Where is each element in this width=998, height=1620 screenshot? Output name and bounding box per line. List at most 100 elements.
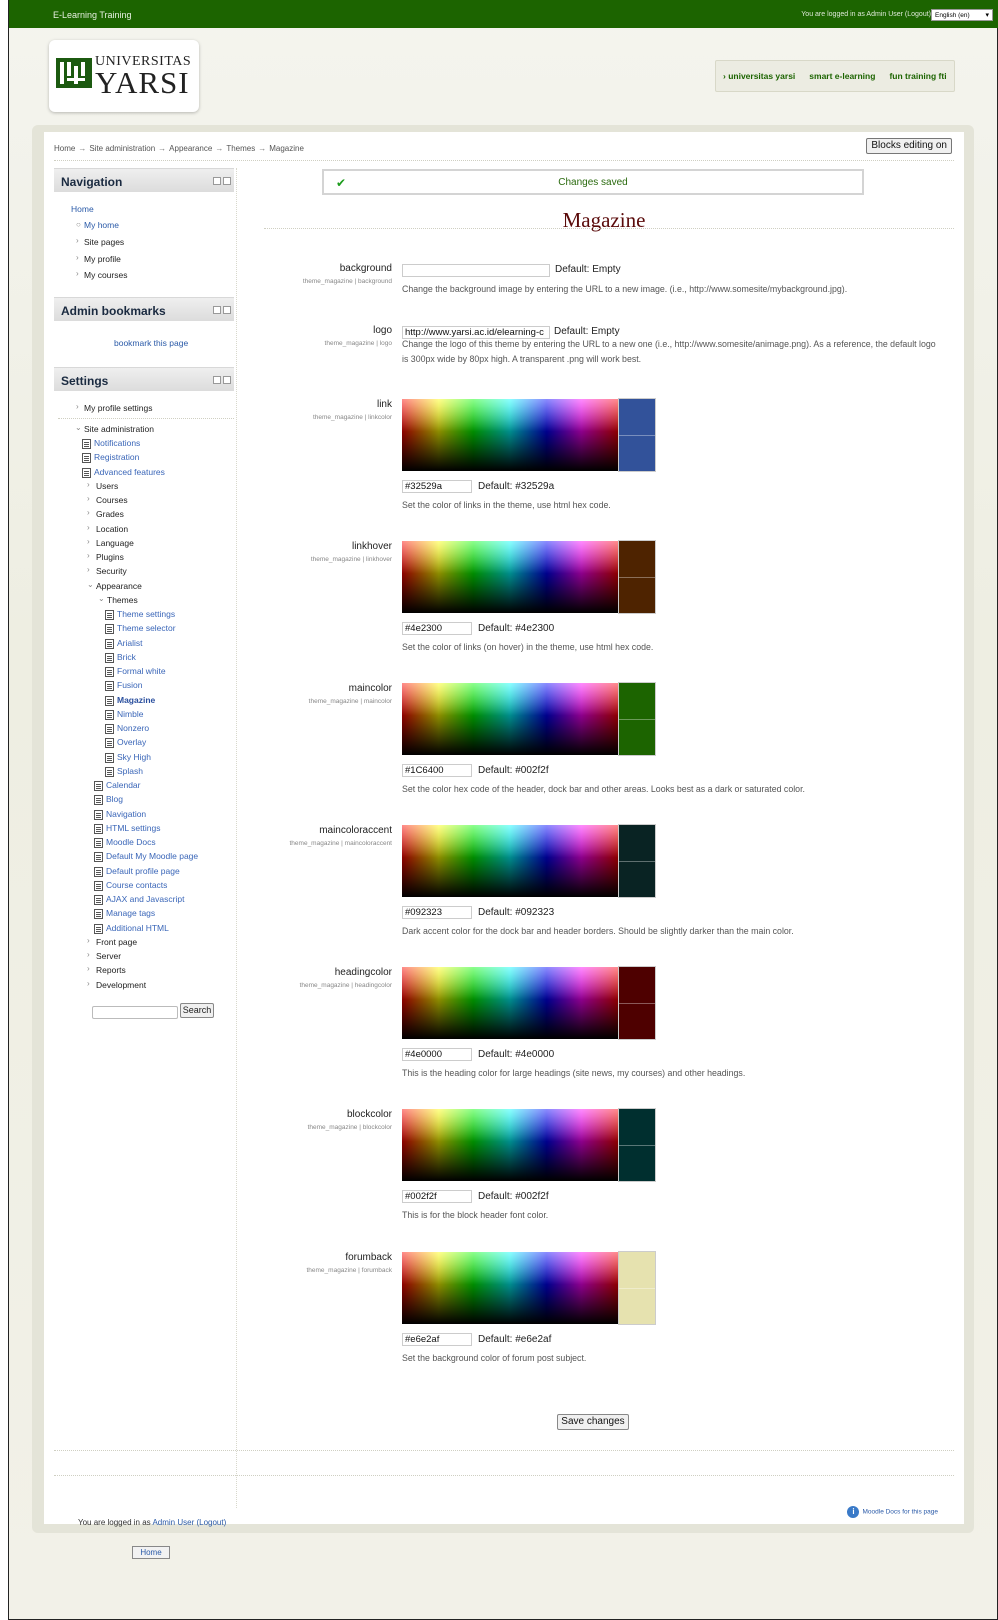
tree-folder-server[interactable]: Server: [96, 951, 121, 961]
tree-item-default-my-moodle-page[interactable]: Default My Moodle page: [106, 851, 198, 861]
footer-home-button[interactable]: Home: [132, 1546, 170, 1559]
tree-item-html-settings[interactable]: HTML settings: [106, 823, 160, 833]
tree-item-theme-settings[interactable]: Theme settings: [117, 609, 175, 619]
tree-item-course-contacts[interactable]: Course contacts: [106, 880, 167, 890]
block-controls-icon[interactable]: [211, 177, 231, 185]
tree-item-splash[interactable]: Splash: [117, 766, 143, 776]
block-controls-icon[interactable]: [211, 306, 231, 314]
color-swatch-link: [618, 398, 656, 472]
tree-folder-reports[interactable]: Reports: [96, 965, 126, 975]
tree-folder-language[interactable]: Language: [96, 538, 134, 548]
tree-item-fusion[interactable]: Fusion: [117, 680, 143, 690]
tree-item-sky-high[interactable]: Sky High: [117, 752, 151, 762]
color-picker-maincolor[interactable]: [402, 683, 618, 755]
settings-site-administration[interactable]: Site administration: [84, 424, 154, 434]
breadcrumb-appearance[interactable]: Appearance: [169, 144, 212, 153]
admin-search-input[interactable]: [92, 1006, 178, 1019]
menu-universitas-yarsi[interactable]: › universitas yarsi: [716, 61, 802, 91]
tree-folder-themes[interactable]: Themes: [107, 595, 138, 605]
setting-input-link[interactable]: #32529a: [402, 480, 472, 493]
save-changes-button[interactable]: Save changes: [557, 1414, 629, 1430]
tree-item-brick[interactable]: Brick: [117, 652, 136, 662]
admin-search-button[interactable]: Search: [180, 1003, 214, 1018]
tree-item-nimble[interactable]: Nimble: [117, 709, 143, 719]
tree-item-nonzero[interactable]: Nonzero: [117, 723, 149, 733]
language-value: English (en): [935, 12, 970, 19]
breadcrumb-arrow-icon: →: [78, 144, 87, 153]
tree-folder-location[interactable]: Location: [96, 524, 128, 534]
tree-folder-plugins[interactable]: Plugins: [96, 552, 124, 562]
nav-home[interactable]: Home: [71, 204, 94, 214]
bookmark-this-page-link[interactable]: bookmark this page: [114, 338, 188, 348]
page-icon: [94, 795, 103, 806]
tree-folder-appearance[interactable]: Appearance: [96, 581, 142, 591]
breadcrumb-site-admin[interactable]: Site administration: [89, 144, 155, 153]
block-controls-icon[interactable]: [211, 376, 231, 384]
tree-item-manage-tags[interactable]: Manage tags: [106, 908, 155, 918]
tree-item-arialist[interactable]: Arialist: [117, 638, 143, 648]
setting-input-forumback[interactable]: #e6e2af: [402, 1333, 472, 1346]
tree-item-theme-selector[interactable]: Theme selector: [117, 623, 176, 633]
moodle-docs-link[interactable]: i Moodle Docs for this page: [847, 1506, 938, 1518]
breadcrumb-themes[interactable]: Themes: [226, 144, 255, 153]
language-select[interactable]: English (en) ▾: [931, 9, 993, 21]
setting-key-blockcolor: theme_magazine | blockcolor: [307, 1124, 392, 1131]
settings-divider: [58, 418, 234, 419]
tree-item-moodle-docs[interactable]: Moodle Docs: [106, 837, 156, 847]
chevron-right-icon: ›: [87, 551, 90, 560]
chevron-right-icon: ›: [87, 978, 90, 988]
tree-folder-development[interactable]: Development: [96, 980, 146, 990]
chevron-right-icon: ›: [87, 479, 90, 489]
setting-input-blockcolor[interactable]: #002f2f: [402, 1190, 472, 1203]
tree-folder-security[interactable]: Security: [96, 566, 127, 576]
setting-input-linkhover[interactable]: #4e2300: [402, 622, 472, 635]
nav-site-pages[interactable]: Site pages: [84, 237, 124, 247]
tree-item-notifications[interactable]: Notifications: [94, 438, 140, 448]
blocks-editing-button[interactable]: Blocks editing on: [866, 138, 952, 154]
tree-item-additional-html[interactable]: Additional HTML: [106, 923, 169, 933]
footer-login-prefix: You are logged in as: [78, 1518, 153, 1527]
tree-item-formal-white[interactable]: Formal white: [117, 666, 166, 676]
page-icon: [94, 823, 103, 834]
setting-input-maincolor[interactable]: #1C6400: [402, 764, 472, 777]
setting-desc-maincolor: Set the color hex code of the header, do…: [402, 784, 805, 794]
site-name[interactable]: E-Learning Training: [53, 10, 132, 20]
setting-default-maincolor: Default: #002f2f: [478, 765, 549, 776]
menu-fun-training[interactable]: fun training fti: [882, 61, 953, 91]
tree-item-navigation[interactable]: Navigation: [106, 809, 146, 819]
setting-input-headingcolor[interactable]: #4e0000: [402, 1048, 472, 1061]
footer-logout-link[interactable]: (Logout): [196, 1518, 226, 1527]
tree-item-advanced-features[interactable]: Advanced features: [94, 467, 165, 477]
tree-folder-users[interactable]: Users: [96, 481, 118, 491]
tree-folder-front-page[interactable]: Front page: [96, 937, 137, 947]
page-icon: [105, 752, 114, 763]
setting-key-logo: theme_magazine | logo: [324, 340, 392, 347]
tree-item-registration[interactable]: Registration: [94, 452, 139, 462]
settings-my-profile[interactable]: My profile settings: [84, 403, 153, 413]
color-picker-link[interactable]: [402, 399, 618, 471]
nav-my-home[interactable]: My home: [84, 220, 119, 230]
tree-item-magazine[interactable]: Magazine: [117, 695, 155, 705]
color-picker-blockcolor[interactable]: [402, 1109, 618, 1181]
tree-item-ajax-and-javascript[interactable]: AJAX and Javascript: [106, 894, 184, 904]
tree-item-blog[interactable]: Blog: [106, 794, 123, 804]
setting-key-forumback: theme_magazine | forumback: [306, 1267, 392, 1274]
setting-input-background[interactable]: [402, 264, 550, 277]
breadcrumb-home[interactable]: Home: [54, 144, 75, 153]
setting-input-maincoloraccent[interactable]: #092323: [402, 906, 472, 919]
footer-user-link[interactable]: Admin User: [152, 1518, 194, 1527]
info-icon: i: [847, 1506, 860, 1518]
color-picker-headingcolor[interactable]: [402, 967, 618, 1039]
color-picker-linkhover[interactable]: [402, 541, 618, 613]
university-logo[interactable]: UNIVERSITAS YARSI: [49, 40, 199, 112]
tree-folder-courses[interactable]: Courses: [96, 495, 128, 505]
tree-folder-grades[interactable]: Grades: [96, 509, 124, 519]
tree-item-overlay[interactable]: Overlay: [117, 737, 146, 747]
menu-smart-elearning[interactable]: smart e-learning: [802, 61, 882, 91]
color-picker-forumback[interactable]: [402, 1252, 618, 1324]
tree-item-default-profile-page[interactable]: Default profile page: [106, 866, 180, 876]
nav-my-profile[interactable]: My profile: [84, 254, 121, 264]
nav-my-courses[interactable]: My courses: [84, 270, 127, 280]
color-picker-maincoloraccent[interactable]: [402, 825, 618, 897]
tree-item-calendar[interactable]: Calendar: [106, 780, 141, 790]
